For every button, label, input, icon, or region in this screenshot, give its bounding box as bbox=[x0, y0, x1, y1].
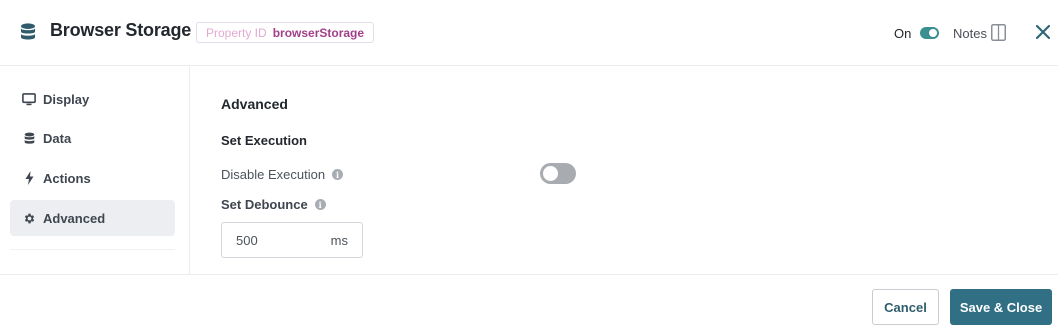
sidebar-item-label: Advanced bbox=[43, 210, 106, 226]
bolt-icon bbox=[22, 171, 36, 185]
property-id-value: browserStorage bbox=[272, 25, 365, 40]
database-icon bbox=[21, 23, 35, 40]
debounce-input[interactable] bbox=[236, 232, 316, 248]
sidebar-item-advanced[interactable]: Advanced bbox=[10, 200, 175, 236]
page-title: Browser Storage bbox=[50, 20, 192, 40]
debounce-input-wrapper: ms bbox=[221, 222, 363, 258]
subsection-title: Set Execution bbox=[221, 133, 307, 148]
debounce-unit: ms bbox=[330, 232, 348, 248]
toggle-knob bbox=[543, 166, 558, 181]
save-close-button[interactable]: Save & Close bbox=[950, 289, 1052, 325]
database-icon bbox=[22, 131, 36, 145]
toggle-knob bbox=[929, 29, 937, 37]
modal-header: Browser Storage Property ID browserStora… bbox=[0, 0, 1058, 66]
gear-icon bbox=[22, 211, 36, 225]
close-icon[interactable] bbox=[1034, 23, 1052, 41]
debounce-row: Set Debounce i bbox=[221, 197, 326, 212]
info-icon[interactable]: i bbox=[332, 169, 344, 180]
sidebar-item-label: Actions bbox=[43, 170, 91, 186]
sidebar-item-label: Display bbox=[43, 91, 90, 107]
on-label: On bbox=[894, 26, 912, 41]
disable-execution-row: Disable Execution i bbox=[221, 167, 344, 182]
cancel-button[interactable]: Cancel bbox=[872, 289, 939, 325]
sidebar-item-display[interactable]: Display bbox=[10, 81, 175, 117]
section-title: Advanced bbox=[221, 96, 288, 112]
main-panel: Advanced Set Execution Disable Execution… bbox=[191, 67, 1058, 274]
property-id-key: Property ID bbox=[206, 25, 267, 40]
property-id-badge: Property ID browserStorage bbox=[196, 22, 375, 43]
sidebar-item-label: Data bbox=[43, 130, 72, 146]
sidebar-divider bbox=[10, 249, 175, 250]
debounce-label: Set Debounce bbox=[221, 197, 308, 212]
modal-footer: Cancel Save & Close bbox=[0, 274, 1058, 333]
notes-panel-icon[interactable] bbox=[991, 24, 1006, 41]
info-icon[interactable]: i bbox=[314, 199, 326, 210]
on-toggle[interactable] bbox=[920, 27, 939, 39]
notes-label[interactable]: Notes bbox=[953, 26, 987, 41]
disable-execution-label: Disable Execution bbox=[221, 167, 326, 182]
sidebar-item-actions[interactable]: Actions bbox=[10, 160, 175, 196]
sidebar: Display Data Actions Advanced bbox=[0, 67, 190, 274]
monitor-icon bbox=[22, 92, 36, 106]
sidebar-item-data[interactable]: Data bbox=[10, 120, 175, 156]
disable-execution-toggle[interactable] bbox=[540, 163, 576, 184]
